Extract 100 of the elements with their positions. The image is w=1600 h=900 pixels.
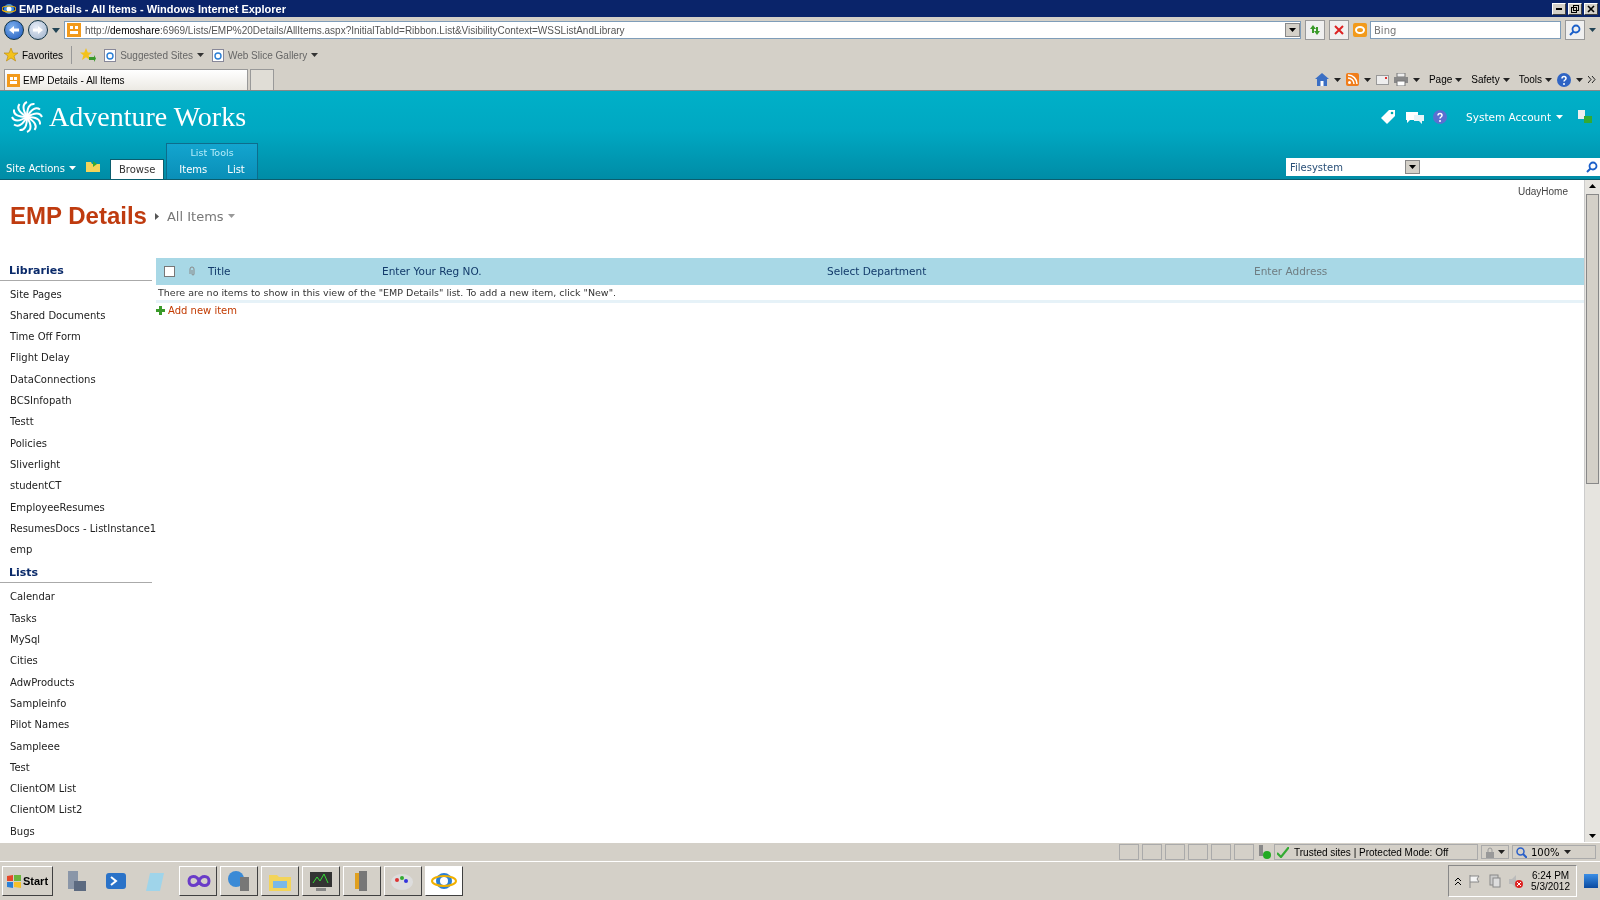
nav-link[interactable]: Tasks bbox=[0, 607, 152, 630]
protection-button[interactable] bbox=[1481, 845, 1509, 859]
nav-link[interactable]: Test bbox=[0, 756, 152, 779]
network-icon[interactable] bbox=[1578, 110, 1592, 124]
help-icon[interactable] bbox=[1557, 72, 1571, 87]
nav-link[interactable]: Sliverlight bbox=[0, 453, 152, 476]
stop-button[interactable] bbox=[1329, 20, 1349, 40]
taskbar-button[interactable] bbox=[384, 866, 423, 896]
notes-icon[interactable] bbox=[1406, 110, 1425, 124]
flag-icon[interactable] bbox=[1469, 874, 1482, 888]
close-button[interactable] bbox=[1584, 2, 1598, 15]
caret-icon bbox=[227, 214, 235, 219]
web-page-icon bbox=[104, 48, 117, 62]
nav-link[interactable]: Sampleinfo bbox=[0, 692, 152, 715]
nav-link[interactable]: Pilot Names bbox=[0, 714, 152, 736]
nav-link[interactable]: Testt bbox=[0, 411, 152, 433]
dropdown-icon[interactable] bbox=[1589, 28, 1596, 32]
monitor-icon bbox=[308, 869, 335, 893]
nav-link[interactable]: DataConnections bbox=[0, 368, 152, 391]
plus-icon bbox=[156, 305, 165, 315]
taskbar-button[interactable] bbox=[302, 866, 341, 896]
caret-icon bbox=[1363, 77, 1371, 82]
nav-link[interactable]: Calendar bbox=[0, 586, 152, 608]
status-pane bbox=[1234, 844, 1254, 860]
menu-button[interactable]: Safety bbox=[1471, 74, 1510, 85]
taskbar-button[interactable] bbox=[425, 866, 464, 896]
down-arrow-icon bbox=[1589, 834, 1596, 838]
back-button[interactable] bbox=[4, 20, 24, 40]
window-title: EMP Details - All Items - Windows Internet Explorer bbox=[19, 2, 286, 15]
select-all-checkbox[interactable] bbox=[164, 265, 175, 277]
start-button[interactable]: Start bbox=[2, 866, 54, 896]
clock-date[interactable]: 5/3/2012 bbox=[1531, 881, 1570, 892]
nav-link[interactable]: BCSInfopath bbox=[0, 390, 152, 412]
printer-icon[interactable] bbox=[1393, 73, 1408, 86]
help-icon[interactable] bbox=[1433, 110, 1448, 124]
favorites-button[interactable]: Favorites bbox=[4, 48, 64, 62]
mail-icon[interactable] bbox=[1375, 74, 1389, 85]
menu-button[interactable]: Tools bbox=[1518, 74, 1552, 85]
nav-link[interactable]: AdwProducts bbox=[0, 671, 152, 693]
nav-link[interactable]: ClientOM List2 bbox=[0, 799, 152, 821]
page-icon bbox=[67, 23, 81, 37]
nav-link[interactable]: Bugs bbox=[0, 820, 152, 842]
restore-button[interactable] bbox=[1568, 2, 1582, 15]
nav-link[interactable]: Site Pages bbox=[0, 283, 152, 305]
feed-icon[interactable] bbox=[1345, 73, 1359, 86]
forward-button[interactable] bbox=[28, 20, 48, 40]
search-field[interactable]: Bing bbox=[1370, 21, 1561, 39]
paperclip-icon bbox=[188, 266, 196, 277]
column-header[interactable]: Title bbox=[208, 265, 382, 278]
taskbar-button[interactable] bbox=[261, 866, 300, 896]
section-heading[interactable]: Lists bbox=[0, 560, 152, 584]
clock-time[interactable]: 6:24 PM bbox=[1531, 870, 1570, 881]
tag-icon[interactable] bbox=[1381, 110, 1398, 124]
nav-link[interactable]: Policies bbox=[0, 432, 152, 454]
nav-link[interactable]: Flight Delay bbox=[0, 347, 152, 369]
nav-link[interactable]: EmployeeResumes bbox=[0, 496, 152, 518]
nav-link[interactable]: MySql bbox=[0, 629, 152, 651]
home-link[interactable]: UdayHome bbox=[1517, 186, 1568, 197]
site-actions-menu[interactable]: Site Actions bbox=[6, 157, 76, 179]
caret-icon bbox=[1556, 115, 1563, 119]
zoom-button[interactable]: 100% bbox=[1512, 845, 1596, 859]
column-header[interactable]: Select Department bbox=[827, 265, 1254, 278]
minimize-button[interactable] bbox=[1552, 2, 1566, 15]
ribbon-tab[interactable]: Browse bbox=[109, 159, 165, 179]
chevron-icon[interactable] bbox=[1588, 76, 1596, 83]
close-icon bbox=[1587, 4, 1595, 13]
nav-link[interactable]: studentCT bbox=[0, 475, 152, 497]
chevron-up-icon[interactable] bbox=[1455, 877, 1462, 885]
muted-speaker-icon[interactable] bbox=[1509, 874, 1524, 888]
home-icon[interactable] bbox=[1314, 73, 1329, 86]
group-label: List Tools bbox=[189, 146, 235, 159]
taskbar-button[interactable] bbox=[343, 866, 382, 896]
nav-link[interactable]: Cities bbox=[0, 650, 152, 672]
taskbar-button[interactable] bbox=[220, 866, 259, 896]
search-icon bbox=[1569, 24, 1581, 36]
taskbar-button[interactable] bbox=[179, 866, 218, 896]
refresh-button[interactable] bbox=[1305, 20, 1325, 40]
nav-link[interactable]: Shared Documents bbox=[0, 304, 152, 327]
menu-button[interactable]: Page bbox=[1428, 74, 1463, 85]
nav-link[interactable]: ClientOM List bbox=[0, 778, 152, 800]
search-button[interactable] bbox=[1565, 20, 1585, 40]
favorites-link[interactable]: Suggested Sites bbox=[104, 48, 204, 62]
page-title[interactable]: EMP Details bbox=[10, 202, 147, 231]
status-pane bbox=[1142, 844, 1162, 860]
vertical-scrollbar[interactable] bbox=[1584, 180, 1600, 842]
column-header[interactable]: Enter Your Reg NO. bbox=[382, 265, 827, 278]
nav-link[interactable]: Sampleee bbox=[0, 735, 152, 757]
address-field[interactable]: http://demoshare:6969/Lists/EMP%20Details/AllItems.aspx?InitialTabId=Ribbon.List&VisibilityContext=WSSListAndLibrary bbox=[64, 21, 1301, 39]
dropdown-icon[interactable] bbox=[52, 27, 60, 33]
browser-tab[interactable]: EMP Details - All Items bbox=[4, 69, 248, 90]
view-menu[interactable]: All Items bbox=[166, 208, 235, 224]
section-heading[interactable]: Libraries bbox=[0, 257, 152, 281]
favorites-link[interactable]: Web Slice Gallery bbox=[211, 48, 319, 62]
nav-link[interactable]: Time Off Form bbox=[0, 326, 152, 348]
add-new-item-link[interactable]: Add new item bbox=[156, 302, 237, 316]
nav-link[interactable]: emp bbox=[0, 539, 152, 561]
page-icon bbox=[7, 73, 20, 87]
folder-icon[interactable] bbox=[85, 160, 100, 172]
caret-icon bbox=[1412, 77, 1420, 82]
addons-icon bbox=[1257, 845, 1271, 859]
